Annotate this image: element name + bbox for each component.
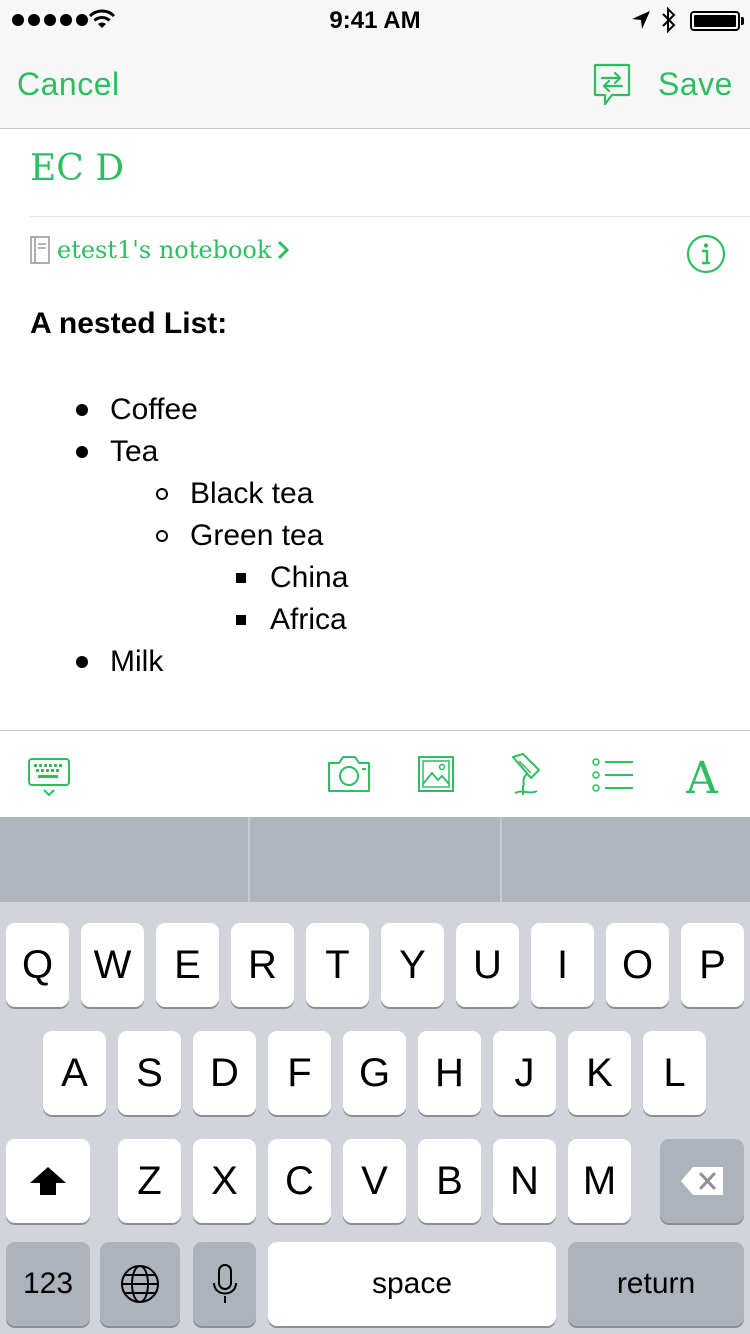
key-m[interactable]: M — [568, 1139, 631, 1223]
list-item[interactable]: Milk — [110, 645, 163, 679]
key-b[interactable]: B — [418, 1139, 481, 1223]
key-r[interactable]: R — [231, 923, 294, 1007]
bullet-square — [236, 573, 246, 583]
camera-icon[interactable] — [326, 751, 372, 795]
list-item[interactable]: Africa — [270, 603, 347, 637]
shift-icon — [30, 1167, 66, 1195]
bullet-circle — [156, 488, 168, 500]
bullet-disc — [76, 656, 88, 668]
list-icon[interactable] — [591, 757, 635, 793]
key-c[interactable]: C — [268, 1139, 331, 1223]
keyboard: Q W E R T Y U I O P A S D F G H J K L Z … — [0, 817, 750, 1334]
share-chat-icon[interactable] — [592, 62, 632, 108]
save-button[interactable]: Save — [658, 66, 733, 103]
divider — [30, 216, 750, 217]
key-l[interactable]: L — [643, 1031, 706, 1115]
key-v[interactable]: V — [343, 1139, 406, 1223]
key-x[interactable]: X — [193, 1139, 256, 1223]
list-item[interactable]: Black tea — [190, 477, 313, 511]
bullet-circle — [156, 530, 168, 542]
list-item[interactable]: Tea — [110, 435, 158, 469]
bullet-disc — [76, 446, 88, 458]
list-item[interactable]: Green tea — [190, 519, 323, 553]
space-key[interactable]: space — [268, 1242, 556, 1326]
nav-bar: Cancel Save — [0, 40, 750, 129]
info-icon[interactable] — [686, 234, 726, 274]
notebook-name: etest1's notebook — [57, 236, 272, 264]
return-key[interactable]: return — [568, 1242, 744, 1326]
key-i[interactable]: I — [531, 923, 594, 1007]
status-bar: 9:41 AM — [0, 0, 750, 40]
key-f[interactable]: F — [268, 1031, 331, 1115]
key-k[interactable]: K — [568, 1031, 631, 1115]
globe-key[interactable] — [100, 1242, 180, 1326]
key-z[interactable]: Z — [118, 1139, 181, 1223]
bullet-disc — [76, 404, 88, 416]
cancel-button[interactable]: Cancel — [17, 66, 120, 103]
key-g[interactable]: G — [343, 1031, 406, 1115]
numbers-key[interactable]: 123 — [6, 1242, 90, 1326]
key-j[interactable]: J — [493, 1031, 556, 1115]
key-u[interactable]: U — [456, 923, 519, 1007]
key-s[interactable]: S — [118, 1031, 181, 1115]
delete-key[interactable] — [660, 1139, 744, 1223]
keyboard-dismiss-icon[interactable] — [27, 757, 71, 799]
key-w[interactable]: W — [81, 923, 144, 1007]
key-d[interactable]: D — [193, 1031, 256, 1115]
note-title[interactable]: EC D — [30, 148, 124, 189]
handwriting-icon[interactable] — [505, 751, 545, 797]
microphone-icon — [212, 1264, 237, 1303]
notebook-selector[interactable]: etest1's notebook — [30, 236, 290, 264]
font-icon[interactable]: A — [680, 753, 724, 797]
predictive-divider — [500, 817, 502, 902]
key-e[interactable]: E — [156, 923, 219, 1007]
key-a[interactable]: A — [43, 1031, 106, 1115]
list-item[interactable]: Coffee — [110, 393, 198, 427]
location-arrow-icon — [632, 11, 650, 29]
key-p[interactable]: P — [681, 923, 744, 1007]
svg-text:A: A — [685, 753, 719, 797]
list-item[interactable]: China — [270, 561, 348, 595]
shift-key[interactable] — [6, 1139, 90, 1223]
predictive-divider — [248, 817, 250, 902]
format-toolbar: A — [0, 730, 750, 817]
key-q[interactable]: Q — [6, 923, 69, 1007]
key-y[interactable]: Y — [381, 923, 444, 1007]
bluetooth-icon — [662, 6, 676, 34]
key-o[interactable]: O — [606, 923, 669, 1007]
bullet-square — [236, 615, 246, 625]
key-h[interactable]: H — [418, 1031, 481, 1115]
chevron-right-icon — [278, 240, 290, 260]
microphone-key[interactable] — [193, 1242, 256, 1326]
battery-full-icon — [690, 11, 744, 31]
backspace-icon — [681, 1167, 723, 1195]
globe-icon — [121, 1265, 159, 1303]
key-n[interactable]: N — [493, 1139, 556, 1223]
note-heading[interactable]: A nested List: — [30, 307, 227, 341]
image-icon[interactable] — [417, 751, 455, 795]
predictive-bar[interactable] — [0, 817, 750, 902]
key-t[interactable]: T — [306, 923, 369, 1007]
notebook-icon — [30, 236, 50, 264]
